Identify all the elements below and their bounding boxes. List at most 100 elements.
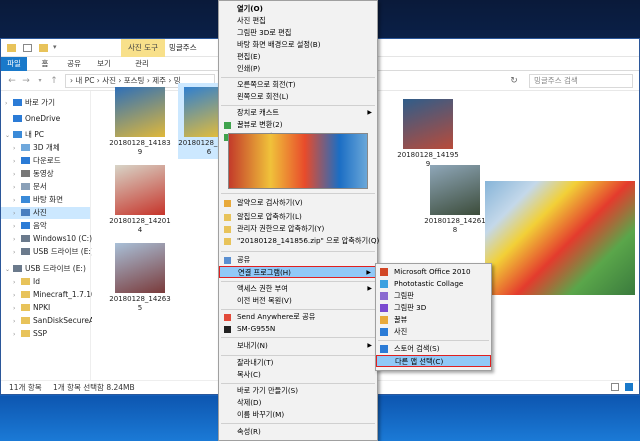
tab-home[interactable]: 홈 (35, 57, 55, 71)
submenu-choose-another-app[interactable]: 다른 앱 선택(C) (376, 355, 491, 367)
menu-item-label: 꿀뷰로 변환(2) (237, 120, 283, 129)
nav-folder-npki[interactable]: › NPKI (1, 302, 90, 314)
expand-icon[interactable]: › (13, 195, 21, 207)
submenu-honeyview[interactable]: 꿀뷰 (376, 314, 491, 326)
nav-videos[interactable]: › 동영상 (1, 168, 90, 180)
refresh-icon[interactable]: ↻ (507, 74, 521, 88)
tab-manage[interactable]: 관리 (129, 57, 155, 71)
menu-properties[interactable]: 속성(R) (219, 426, 377, 438)
details-view-icon[interactable] (611, 383, 619, 391)
nav-desktop[interactable]: › 바탕 화면 (1, 194, 90, 206)
quick-access-dropdown-icon[interactable]: ▾ (53, 43, 57, 51)
submenu-ms-office[interactable]: Microsoft Office 2010 (376, 266, 491, 278)
nav-folder-sandisk[interactable]: › SanDiskSecureA (1, 315, 94, 328)
properties-icon[interactable] (23, 44, 32, 52)
tab-view[interactable]: 보기 (93, 57, 115, 71)
submenu-paint[interactable]: 그림판 (376, 290, 491, 302)
submenu-photos[interactable]: 사진 (376, 326, 491, 338)
menu-separator (221, 423, 375, 424)
folder-icon (7, 44, 16, 52)
file-item[interactable]: 20180128_14261 8 (424, 161, 486, 237)
tab-share[interactable]: 공유 (63, 57, 85, 71)
file-item[interactable]: 20180128_14183 9 (109, 83, 171, 159)
menu-alyac-scan[interactable]: 알약으로 검사하기(V) (219, 197, 377, 209)
menu-delete[interactable]: 삭제(D) (219, 397, 377, 409)
expand-icon[interactable]: › (13, 290, 21, 302)
menu-create-shortcut[interactable]: 바로 가기 만들기(S) (219, 385, 377, 397)
expand-icon[interactable]: › (13, 208, 21, 220)
new-folder-icon[interactable] (39, 44, 48, 52)
menu-sm-g955n[interactable]: SM-G955N (219, 323, 377, 335)
collapse-icon[interactable]: ⌄ (5, 264, 13, 276)
expand-icon[interactable]: › (13, 143, 21, 155)
menu-alzip-admin-compress[interactable]: 관리자 권한으로 압축하기(Y) (219, 223, 377, 235)
submenu-store-search[interactable]: 스토어 검색(S) (376, 343, 491, 355)
tab-file[interactable]: 파일 (1, 57, 27, 71)
expand-icon[interactable]: › (13, 156, 21, 168)
nav-pictures[interactable]: › 사진 (1, 207, 90, 219)
menu-item-label: SM-G955N (237, 324, 276, 333)
menu-share[interactable]: 공유 (219, 254, 377, 266)
nav-usb-e[interactable]: › USB 드라이브 (E:) (1, 246, 94, 259)
menu-print[interactable]: 인쇄(P) (219, 63, 377, 75)
menu-send-anywhere[interactable]: Send Anywhere로 공유 (219, 311, 377, 323)
expand-icon[interactable]: › (13, 234, 21, 246)
menu-alzip-compress[interactable]: 알집으로 압축하기(L) (219, 211, 377, 223)
menu-edit-paint3d[interactable]: 그림판 3D로 편집 (219, 27, 377, 39)
menu-set-desktop-background[interactable]: 바탕 화면 배경으로 설정(B) (219, 39, 377, 51)
forward-icon[interactable]: → (19, 74, 33, 88)
expand-icon[interactable]: › (13, 277, 21, 289)
menu-separator (221, 77, 375, 78)
expand-icon[interactable]: › (13, 169, 21, 181)
nav-usb-e-root[interactable]: ⌄ USB 드라이브 (E:) (1, 263, 90, 275)
search-input[interactable]: 밍글주스 검색 (529, 74, 633, 88)
back-icon[interactable]: ← (5, 74, 19, 88)
large-icons-view-icon[interactable] (625, 383, 633, 391)
alzip-compress-to-zip-icon (224, 238, 231, 245)
menu-open[interactable]: 열기(O) (219, 3, 377, 15)
expand-icon[interactable]: › (13, 316, 21, 328)
nav-folder-ssp[interactable]: › SSP (1, 328, 90, 340)
nav-windows-c[interactable]: › Windows10 (C:) (1, 233, 92, 246)
menu-send-to[interactable]: 보내기(N) ▶ (219, 340, 377, 352)
menu-separator (221, 251, 375, 252)
nav-quick-access[interactable]: › 바로 가기 (1, 97, 90, 109)
expand-icon[interactable]: › (5, 98, 13, 110)
expand-icon[interactable]: › (13, 182, 21, 194)
expand-icon[interactable]: › (13, 303, 21, 315)
submenu-paint3d[interactable]: 그림판 3D (376, 302, 491, 314)
nav-downloads[interactable]: › 다운로드 (1, 155, 90, 167)
nav-music[interactable]: › 음악 (1, 220, 90, 232)
menu-alzip-compress-to-zip[interactable]: "20180128_141856.zip" 으로 압축하기(Q) (219, 235, 379, 247)
menu-give-access[interactable]: 액세스 권한 부여 ▶ (219, 283, 377, 295)
file-item[interactable]: 20180128_14195 9 (397, 95, 459, 171)
menu-rename[interactable]: 이름 바꾸기(M) (219, 409, 377, 421)
file-item[interactable]: 20180128_14263 5 (109, 239, 171, 315)
nav-folder-minecraft[interactable]: › Minecraft_1.7.10 (1, 289, 96, 302)
menu-rotate-right[interactable]: 오른쪽으로 회전(T) (219, 79, 377, 91)
collapse-icon[interactable]: ⌄ (5, 130, 13, 142)
nav-documents[interactable]: › 문서 (1, 181, 90, 193)
nav-onedrive[interactable]: OneDrive (1, 113, 90, 125)
computer-icon (13, 131, 22, 138)
expand-icon[interactable]: › (13, 221, 21, 233)
recent-locations-icon[interactable]: ▾ (33, 74, 47, 88)
menu-rotate-left[interactable]: 왼쪽으로 회전(L) (219, 91, 377, 103)
menu-restore-previous-versions[interactable]: 이전 버전 복원(V) (219, 295, 377, 307)
expand-icon[interactable]: › (13, 247, 21, 259)
submenu-phototastic[interactable]: Phototastic Collage (376, 278, 491, 290)
menu-cut[interactable]: 잘라내기(T) (219, 357, 377, 369)
menu-copy[interactable]: 복사(C) (219, 369, 377, 381)
menu-item-label: 삭제(D) (237, 398, 262, 407)
menu-cast-to-device[interactable]: 장치로 캐스트 ▶ (219, 107, 377, 119)
up-icon[interactable]: ↑ (47, 74, 61, 88)
menu-edit-photos[interactable]: 사진 편집 (219, 15, 377, 27)
menu-honeyview-convert[interactable]: 꿀뷰로 변환(2) (219, 119, 377, 131)
nav-this-pc[interactable]: ⌄ 내 PC (1, 129, 90, 141)
file-item[interactable]: 20180128_14201 4 (109, 161, 171, 237)
menu-edit[interactable]: 편집(E) (219, 51, 377, 63)
nav-3d-objects[interactable]: › 3D 개체 (1, 142, 90, 154)
expand-icon[interactable]: › (13, 329, 21, 341)
nav-folder-id[interactable]: › Id (1, 276, 90, 288)
menu-open-with[interactable]: 연결 프로그램(H) ▶ (219, 266, 377, 278)
